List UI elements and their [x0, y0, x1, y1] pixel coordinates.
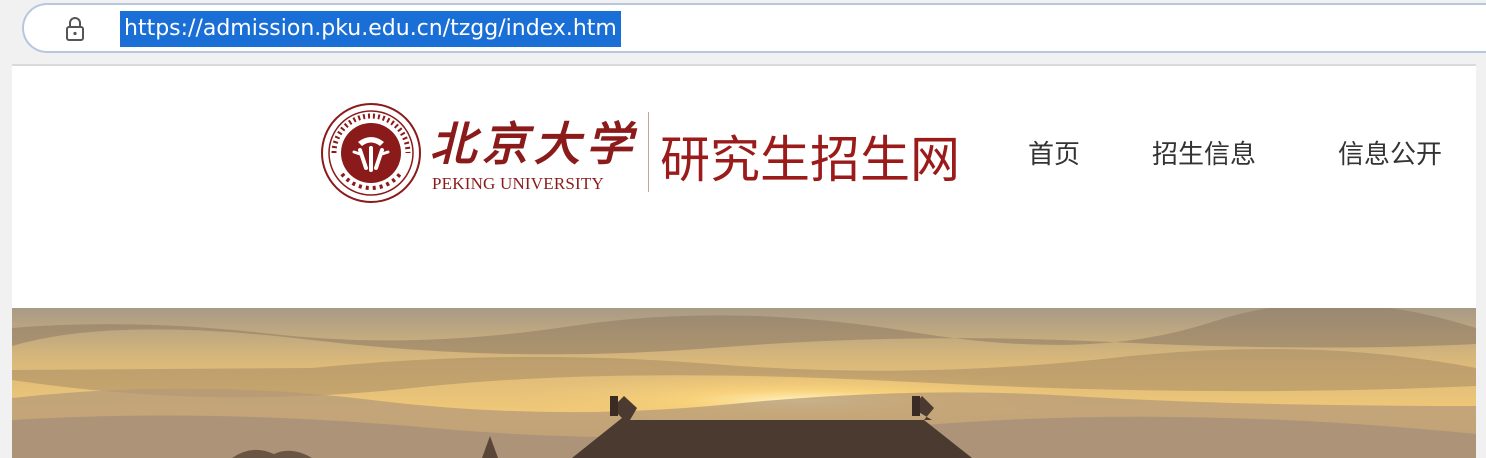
url-text[interactable]: https://admission.pku.edu.cn/tzgg/index.…	[120, 11, 621, 47]
nav-item-admissions-info[interactable]: 招生信息	[1152, 134, 1256, 171]
hero-banner-image	[12, 308, 1476, 458]
pku-seal-icon	[320, 102, 422, 204]
site-title: 研究生招生网	[660, 131, 960, 189]
web-page: 北京大学 PEKING UNIVERSITY 研究生招生网 首页 招生信息 信息…	[12, 64, 1476, 458]
logo-calligraphy: 北京大学	[430, 117, 638, 171]
nav-item-home[interactable]: 首页	[1028, 134, 1080, 171]
logo-english-name: PEKING UNIVERSITY	[432, 174, 604, 193]
logo-divider	[648, 112, 649, 192]
nav-item-information-disclosure[interactable]: 信息公开	[1338, 134, 1442, 171]
page-top-divider	[12, 64, 1476, 66]
address-bar[interactable]: https://admission.pku.edu.cn/tzgg/index.…	[22, 3, 1486, 53]
lock-icon[interactable]	[62, 15, 88, 43]
browser-window: https://admission.pku.edu.cn/tzgg/index.…	[0, 0, 1486, 458]
